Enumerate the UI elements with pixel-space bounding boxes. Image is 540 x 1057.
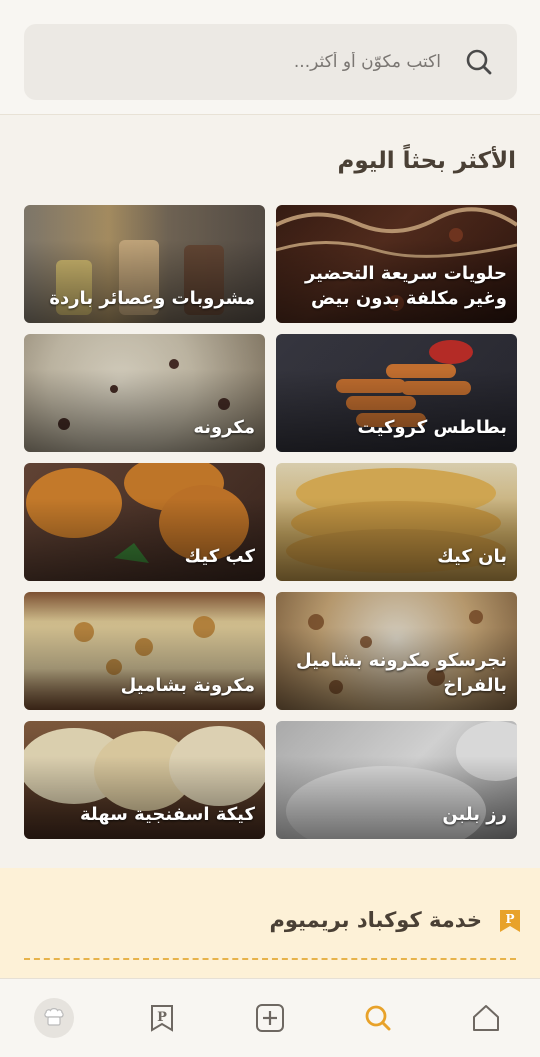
- tile-label: مشروبات وعصائر باردة: [49, 287, 255, 309]
- nav-home[interactable]: [456, 988, 516, 1048]
- premium-title: خدمة كوكباد بريميوم: [269, 908, 483, 932]
- tile-label: كب كيك: [184, 545, 255, 567]
- tile-label: بان كيك: [437, 545, 507, 567]
- category-tile-sponge-cake[interactable]: كيكة اسفنجية سهلة: [24, 721, 265, 839]
- search-input[interactable]: [24, 42, 459, 82]
- nav-profile[interactable]: [24, 988, 84, 1048]
- category-tile-negresco[interactable]: نجرسكو مكرونه بشاميل بالفراخ: [276, 592, 517, 710]
- premium-icon: P: [151, 1005, 173, 1032]
- nav-search[interactable]: [348, 988, 408, 1048]
- section-title: الأكثر بحثاً اليوم: [337, 148, 516, 174]
- tile-label: حلويات سريعة التحضير وغير مكلفة بدون بيض: [304, 262, 507, 309]
- divider: [24, 958, 516, 960]
- premium-banner[interactable]: P خدمة كوكباد بريميوم: [0, 868, 540, 978]
- tile-label: مكرونة بشاميل: [120, 674, 255, 696]
- bottom-navigation: P: [0, 978, 540, 1057]
- tile-label: رز بلبن: [442, 803, 507, 825]
- category-tile-pasta[interactable]: مكرونه: [24, 334, 265, 452]
- search-icon[interactable]: [459, 42, 499, 82]
- search-bar[interactable]: [24, 24, 517, 100]
- tile-label: بطاطس كروكيت: [357, 416, 507, 438]
- nav-add-recipe[interactable]: [240, 988, 300, 1048]
- home-icon: [473, 1005, 499, 1031]
- search-header: [0, 0, 540, 115]
- search-icon: [365, 1005, 391, 1031]
- category-tile-desserts[interactable]: حلويات سريعة التحضير وغير مكلفة بدون بيض: [276, 205, 517, 323]
- category-tile-cupcake[interactable]: كب كيك: [24, 463, 265, 581]
- category-tile-drinks[interactable]: مشروبات وعصائر باردة: [24, 205, 265, 323]
- svg-text:P: P: [505, 912, 514, 926]
- category-tile-croquettes[interactable]: بطاطس كروكيت: [276, 334, 517, 452]
- category-tile-rice-pudding[interactable]: رز بلبن: [276, 721, 517, 839]
- category-tile-bechamel[interactable]: مكرونة بشاميل: [24, 592, 265, 710]
- tile-label: كيكة اسفنجية سهلة: [80, 803, 255, 825]
- recipe-category-grid: حلويات سريعة التحضير وغير مكلفة بدون بيض…: [24, 205, 517, 839]
- profile-avatar-icon: [34, 998, 74, 1038]
- premium-bookmark-icon: P: [497, 908, 523, 934]
- add-recipe-icon: [256, 1004, 284, 1032]
- nav-premium[interactable]: P: [132, 988, 192, 1048]
- svg-text:P: P: [157, 1010, 167, 1025]
- category-tile-pancake[interactable]: بان كيك: [276, 463, 517, 581]
- tile-label: مكرونه: [193, 416, 255, 438]
- tile-label: نجرسكو مكرونه بشاميل بالفراخ: [296, 649, 507, 696]
